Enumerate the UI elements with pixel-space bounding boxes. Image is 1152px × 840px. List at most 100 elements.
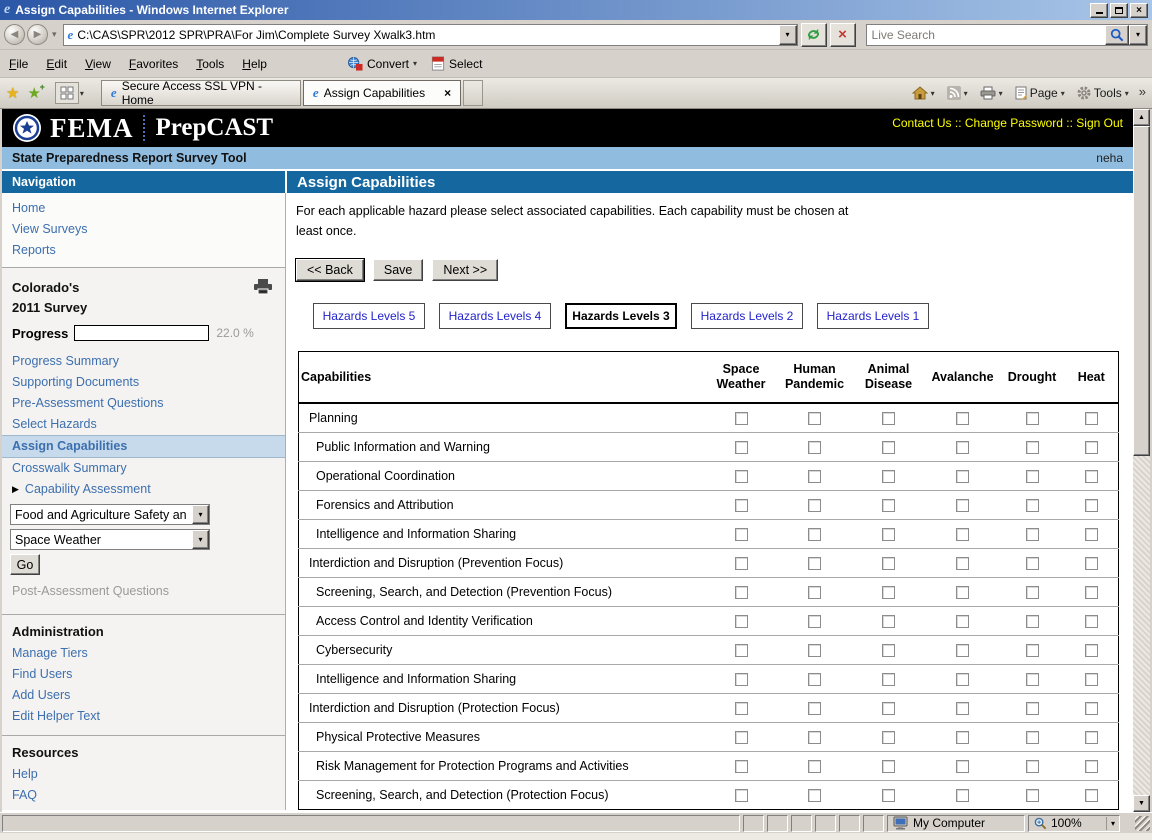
- capability-checkbox[interactable]: [882, 412, 895, 425]
- tools-menu-button[interactable]: Tools ▾: [1073, 84, 1133, 102]
- capability-checkbox[interactable]: [882, 644, 895, 657]
- restore-button[interactable]: [1110, 3, 1128, 18]
- quick-tabs-icon[interactable]: [55, 82, 79, 104]
- capability-checkbox[interactable]: [956, 557, 969, 570]
- capability-checkbox[interactable]: [1085, 673, 1098, 686]
- capability-checkbox[interactable]: [956, 644, 969, 657]
- capability-checkbox[interactable]: [735, 586, 748, 599]
- sidebar-survey-link[interactable]: ▶ Capability Assessment: [2, 479, 285, 500]
- back-button[interactable]: ◀: [4, 24, 25, 45]
- capability-checkbox[interactable]: [956, 673, 969, 686]
- capability-checkbox[interactable]: [808, 644, 821, 657]
- capability-checkbox[interactable]: [1026, 789, 1039, 802]
- capability-checkbox[interactable]: [882, 673, 895, 686]
- scroll-down-icon[interactable]: ▼: [1133, 795, 1150, 812]
- capability-checkbox[interactable]: [956, 586, 969, 599]
- print-survey-button[interactable]: [253, 278, 273, 298]
- sidebar-survey-link[interactable]: ▶ Pre-Assessment Questions: [2, 393, 285, 414]
- address-dropdown-button[interactable]: ▾: [779, 25, 797, 45]
- forward-button[interactable]: ▶: [27, 24, 48, 45]
- capability-checkbox[interactable]: [1085, 644, 1098, 657]
- capability-checkbox[interactable]: [882, 528, 895, 541]
- capability-checkbox[interactable]: [735, 499, 748, 512]
- capability-checkbox[interactable]: [735, 644, 748, 657]
- capability-checkbox[interactable]: [1026, 760, 1039, 773]
- capability-checkbox[interactable]: [956, 789, 969, 802]
- capability-checkbox[interactable]: [1085, 412, 1098, 425]
- capability-checkbox[interactable]: [735, 673, 748, 686]
- toolbar-overflow-icon[interactable]: »: [1139, 84, 1146, 99]
- capability-checkbox[interactable]: [1085, 702, 1098, 715]
- capability-checkbox[interactable]: [735, 528, 748, 541]
- dropdown-arrow-icon[interactable]: ▾: [192, 505, 209, 524]
- capability-checkbox[interactable]: [1026, 557, 1039, 570]
- capability-checkbox[interactable]: [956, 441, 969, 454]
- hazard-level-tab[interactable]: Hazards Levels 3: [565, 303, 677, 329]
- menu-item[interactable]: Tools: [187, 54, 233, 74]
- back-page-button[interactable]: << Back: [296, 259, 364, 281]
- sidebar-survey-link[interactable]: ▶ Supporting Documents: [2, 372, 285, 393]
- capability-checkbox[interactable]: [1026, 702, 1039, 715]
- sidebar-survey-link[interactable]: ▶ Assign Capabilities: [2, 435, 285, 458]
- vertical-scrollbar[interactable]: ▲ ▼: [1133, 109, 1150, 812]
- sidebar-survey-link[interactable]: ▶ Select Hazards: [2, 414, 285, 435]
- hazard-level-tab[interactable]: Hazards Levels 5: [313, 303, 425, 329]
- capability-checkbox[interactable]: [1085, 789, 1098, 802]
- menu-item[interactable]: File: [0, 54, 37, 74]
- capability-checkbox[interactable]: [735, 760, 748, 773]
- go-button[interactable]: Go: [10, 554, 40, 575]
- capability-dropdown[interactable]: Food and Agriculture Safety an ▾: [10, 504, 210, 525]
- capability-checkbox[interactable]: [882, 586, 895, 599]
- zoom-panel[interactable]: 100% ▾: [1028, 815, 1120, 832]
- print-button[interactable]: ▾: [976, 84, 1007, 102]
- header-link[interactable]: Change Password: [952, 116, 1063, 130]
- minimize-button[interactable]: [1090, 3, 1108, 18]
- menu-item[interactable]: Help: [233, 54, 276, 74]
- capability-checkbox[interactable]: [735, 470, 748, 483]
- history-dropdown-icon[interactable]: ▾: [52, 29, 57, 40]
- page-menu-button[interactable]: Page ▾: [1011, 84, 1069, 102]
- capability-checkbox[interactable]: [1085, 470, 1098, 483]
- capability-checkbox[interactable]: [808, 760, 821, 773]
- capability-checkbox[interactable]: [1026, 528, 1039, 541]
- capability-checkbox[interactable]: [735, 557, 748, 570]
- dropdown-arrow-icon[interactable]: ▾: [192, 530, 209, 549]
- address-input[interactable]: [77, 26, 778, 44]
- sidebar-resource-link[interactable]: Site Map: [2, 806, 285, 810]
- capability-checkbox[interactable]: [956, 470, 969, 483]
- capability-checkbox[interactable]: [956, 702, 969, 715]
- favorites-center-icon[interactable]: ★: [6, 84, 19, 102]
- select-button[interactable]: Select: [431, 56, 482, 71]
- convert-button[interactable]: Convert ▾: [348, 56, 417, 71]
- browser-tab[interactable]: e Assign Capabilities ×: [303, 80, 461, 106]
- capability-checkbox[interactable]: [1026, 586, 1039, 599]
- capability-checkbox[interactable]: [882, 760, 895, 773]
- capability-checkbox[interactable]: [956, 731, 969, 744]
- menu-item[interactable]: Favorites: [120, 54, 187, 74]
- capability-checkbox[interactable]: [735, 412, 748, 425]
- hazard-level-tab[interactable]: Hazards Levels 1: [817, 303, 929, 329]
- capability-checkbox[interactable]: [1026, 615, 1039, 628]
- sidebar-admin-link[interactable]: Manage Tiers: [2, 643, 285, 664]
- capability-checkbox[interactable]: [882, 702, 895, 715]
- capability-checkbox[interactable]: [1085, 760, 1098, 773]
- refresh-button[interactable]: [801, 23, 827, 47]
- header-link[interactable]: Sign Out: [1063, 116, 1123, 130]
- tab-list-dropdown-icon[interactable]: ▾: [80, 89, 93, 98]
- sidebar-link[interactable]: Reports: [2, 240, 285, 261]
- capability-checkbox[interactable]: [735, 441, 748, 454]
- capability-checkbox[interactable]: [956, 412, 969, 425]
- capability-checkbox[interactable]: [1085, 615, 1098, 628]
- capability-checkbox[interactable]: [1026, 412, 1039, 425]
- zoom-dropdown-icon[interactable]: ▾: [1111, 819, 1115, 828]
- search-dropdown-button[interactable]: ▾: [1129, 25, 1147, 45]
- capability-checkbox[interactable]: [1026, 499, 1039, 512]
- capability-checkbox[interactable]: [808, 673, 821, 686]
- capability-checkbox[interactable]: [1026, 644, 1039, 657]
- menu-item[interactable]: View: [76, 54, 120, 74]
- stop-button[interactable]: ×: [830, 23, 856, 47]
- hazard-level-tab[interactable]: Hazards Levels 2: [691, 303, 803, 329]
- next-button[interactable]: Next >>: [432, 259, 498, 281]
- menu-item[interactable]: Edit: [37, 54, 76, 74]
- save-button[interactable]: Save: [373, 259, 424, 281]
